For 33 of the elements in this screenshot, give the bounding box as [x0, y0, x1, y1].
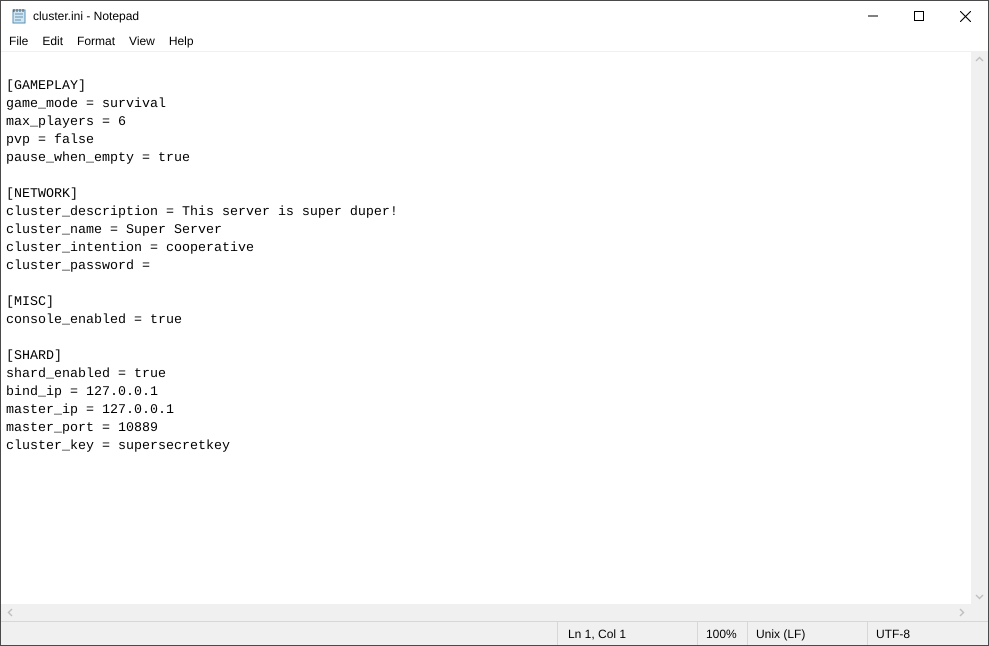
text-line: game_mode = survival	[6, 96, 166, 114]
text-line: master_ip = 127.0.0.1	[6, 402, 174, 420]
text-line: cluster_description = This server is super duper!	[6, 204, 398, 222]
close-icon	[960, 10, 970, 22]
maximize-icon	[914, 11, 924, 21]
menu-item[interactable]: Edit	[35, 32, 70, 50]
notepad-icon	[11, 8, 27, 24]
menu-item[interactable]: File	[2, 32, 36, 50]
horizontal-scrollbar[interactable]	[1, 604, 971, 621]
text-line: bind_ip = 127.0.0.1	[6, 384, 158, 402]
text-line: shard_enabled = true	[6, 366, 166, 384]
zoom-level: 100%	[706, 626, 737, 642]
text-line: cluster_password =	[6, 258, 150, 276]
text-line: cluster_key = supersecretkey	[6, 438, 230, 456]
section-header: [GAMEPLAY]	[6, 78, 86, 96]
cursor-position: Ln 1, Col 1	[568, 626, 626, 642]
text-line: cluster_name = Super Server	[6, 222, 222, 240]
line-endings: Unix (LF)	[756, 626, 806, 642]
text-line: max_players = 6	[6, 114, 126, 132]
section-header: [SHARD]	[6, 348, 62, 366]
text-line: console_enabled = true	[6, 312, 182, 330]
menu-item[interactable]: Help	[162, 32, 201, 50]
menu-item[interactable]: Format	[70, 32, 122, 50]
section-header: [NETWORK]	[6, 186, 78, 204]
encoding: UTF-8	[876, 626, 910, 642]
text-line: pause_when_empty = true	[6, 150, 190, 168]
menu-item[interactable]: View	[122, 32, 162, 50]
section-header: [MISC]	[6, 294, 54, 312]
text-line: cluster_intention = cooperative	[6, 240, 254, 258]
text-line: pvp = false	[6, 132, 94, 150]
text-line: master_port = 10889	[6, 420, 158, 438]
vertical-scrollbar[interactable]	[971, 52, 988, 604]
window-title: cluster.ini - Notepad	[33, 8, 140, 25]
